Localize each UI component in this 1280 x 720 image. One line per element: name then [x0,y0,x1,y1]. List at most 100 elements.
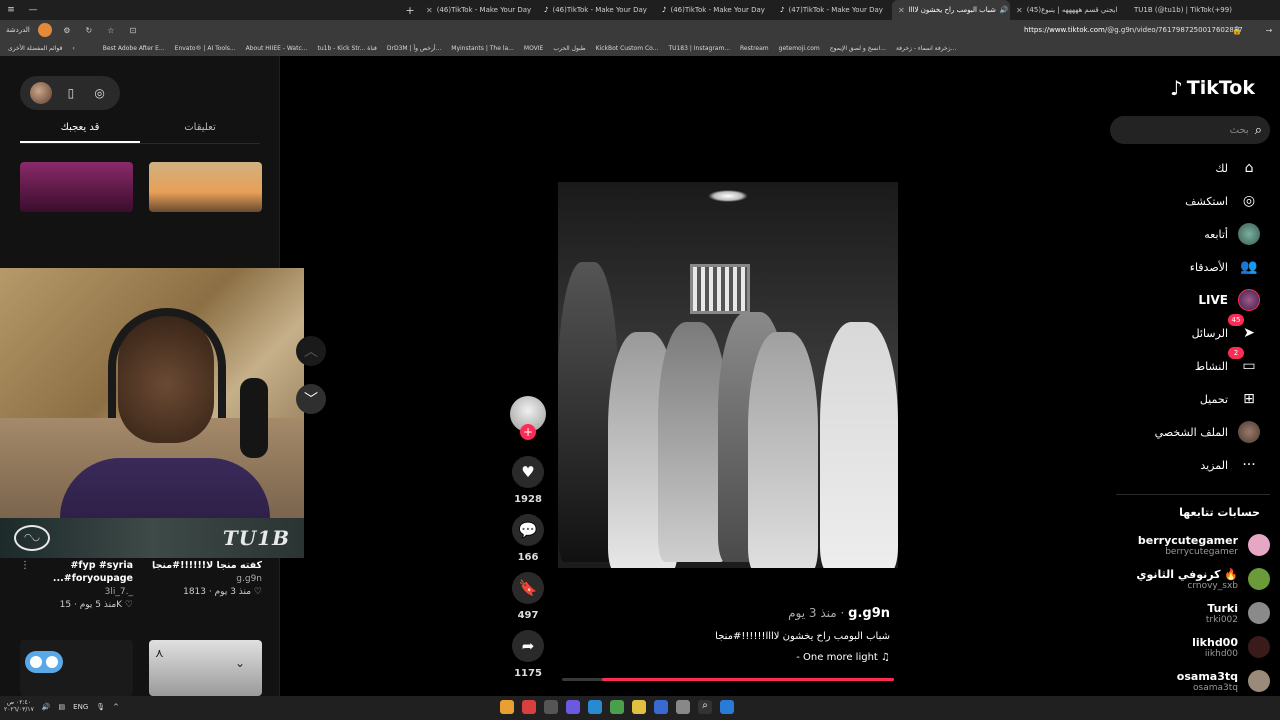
nav-for-you[interactable]: ⌂ لك [1215,156,1260,180]
nav-profile[interactable]: الملف الشخصي [1155,420,1260,444]
followed-account[interactable]: كرنوفي الثانوي 🔥 crnovy_sxb [1136,564,1270,594]
app-icon[interactable] [610,700,624,714]
file-explorer-icon[interactable] [632,700,646,714]
bookmark-item[interactable]: MOVIE [524,45,543,52]
close-tab-icon[interactable]: ✕ [426,6,433,15]
language-indicator[interactable]: ENG [73,703,88,711]
bookmark-item[interactable]: طبول الحرب [553,45,585,52]
browser-tab[interactable]: ♪ (46)TikTok - Make Your Day [656,0,774,20]
video-music[interactable]: ♫ One more light - [560,652,890,663]
nav-explore[interactable]: ◎ استكشف [1185,189,1260,213]
mini-player-toggle[interactable] [25,651,63,673]
mobile-icon[interactable]: ▯ [61,83,81,103]
profile-avatar-icon[interactable] [37,23,52,37]
nav-friends[interactable]: 👥 الأصدقاء [1190,255,1260,279]
browser-tab[interactable]: ✕ (45)ايجني قسم هههههه | ينبوع [1010,0,1128,20]
bookmark-item[interactable]: tu1b - Kick Str... قناة [317,45,376,52]
close-tab-icon[interactable]: ✕ [898,6,905,15]
lock-icon[interactable]: 🔒 [1230,23,1244,37]
tab-comments[interactable]: تعليقات [140,118,260,143]
video-card-meta[interactable]: ⋮ كفته منجا لا!!!!!!#منجا g.g9n منذ 3 يو… [149,560,262,597]
bookmark-item[interactable]: Envato® | AI Tools... [175,45,236,52]
speaker-icon[interactable]: 🔊 [42,703,51,711]
nav-following[interactable]: أتابعه [1204,222,1260,246]
bookmark-item[interactable]: TU183 | Instagram... [668,45,730,52]
video-thumbnail[interactable] [149,162,262,212]
user-avatar[interactable] [30,82,53,104]
chevron-left-icon[interactable]: ‹ [72,45,74,52]
windows-start-icon[interactable] [720,700,734,714]
search-icon[interactable]: ⌕ [1255,123,1262,138]
browser-tab[interactable]: TU1B (@tu1b) | TikTok(+99) [1128,0,1246,20]
bookmark-item[interactable]: About HIIEE - Watc... [246,45,308,52]
browser-tab[interactable]: ✕ (46)TikTok - Make Your Day [420,0,538,20]
streamer-webcam-overlay: ◠◡ TU1B [0,268,304,558]
followed-account[interactable]: likhd00 iikhd00 [1192,632,1270,662]
followed-account[interactable]: Turki trki002 [1206,598,1270,628]
search-icon[interactable]: ⌕ [698,700,712,714]
network-icon[interactable]: ▤ [59,703,66,711]
bookmark-item[interactable]: Best Adobe After E... [103,45,165,52]
app-icon[interactable] [676,700,690,714]
tiktok-tab-icon: ♪ [544,6,549,14]
app-icon[interactable] [654,700,668,714]
video-player[interactable] [558,182,898,568]
video-thumbnail[interactable] [20,162,133,212]
like-button[interactable]: ♥ [512,456,544,488]
menu-icon[interactable]: ≡ [0,5,22,15]
tab-you-may-like[interactable]: قد يعجبك [20,118,140,143]
compass-icon[interactable]: ◎ [90,83,110,103]
comment-button[interactable]: 💬 [512,514,544,546]
new-tab-button[interactable]: + [400,4,420,17]
bookmark-item[interactable]: Myinstants | The la... [451,45,514,52]
video-thumbnail[interactable]: ⋏ ⌄ [149,640,262,696]
app-icon[interactable] [566,700,580,714]
more-options-icon[interactable]: ⋮ [149,560,159,571]
tiktok-logo[interactable]: ♪ TikTok [1170,76,1255,100]
previous-video-button[interactable]: ︿ [296,336,326,366]
minimize-icon[interactable]: — [22,5,44,15]
followed-account[interactable]: osama3tq osama3tq [1177,666,1270,696]
browser-tab-active[interactable]: ✕ شباب البومب راح يخشون لاااا 🔊 [892,0,1010,20]
video-author-link[interactable]: g.g9n [848,606,890,621]
bookmark-item[interactable]: قوائم المفضلة الأخرى [8,45,62,52]
bookmark-item[interactable]: getemoji.com [779,45,820,52]
profile-label[interactable]: الدردشة [6,26,30,34]
bookmark-item[interactable]: Restream [740,45,769,52]
bookmark-item[interactable]: KickBot Custom Co... [596,45,659,52]
next-video-button[interactable]: ﹀ [296,384,326,414]
chevron-up-icon[interactable]: ^ [113,703,119,711]
app-icon[interactable] [522,700,536,714]
bookmark-item[interactable]: انسخ و لصق الإيموج... [830,45,886,52]
screenshot-icon[interactable]: ⊡ [126,23,140,37]
extensions-icon[interactable]: ⚙ [60,23,74,37]
edge-icon[interactable] [588,700,602,714]
nav-more[interactable]: ··· المزيد [1200,453,1260,477]
app-icon[interactable] [544,700,558,714]
search-input[interactable]: بحث ⌕ [1110,116,1270,144]
nav-activity[interactable]: ▭ 2 النشاط [1195,347,1260,378]
nav-upload[interactable]: ⊞ تحميل [1200,387,1260,411]
video-progress-bar[interactable] [562,678,894,681]
share-button[interactable]: ➦ [512,630,544,662]
back-arrow-icon[interactable]: → [1262,23,1276,37]
bookmark-item[interactable]: DrD3M | أرخص وأ... [387,45,441,52]
followed-account[interactable]: berrycutegamer berrycutegamer [1138,530,1270,560]
nav-live[interactable]: LIVE [1198,288,1260,312]
mic-icon[interactable]: 🎙 [96,703,105,711]
browser-tab[interactable]: ♪ (47)TikTok - Make Your Day [774,0,892,20]
browser-tab[interactable]: ♪ (46)TikTok - Make Your Day [538,0,656,20]
follow-button[interactable]: + [520,424,536,440]
url-field[interactable]: https://www.tiktok.com/@g.g9n/video/7617… [1024,23,1256,37]
bookmark-item[interactable]: زخرفة اسماء - زخرفة... [896,45,956,52]
star-icon[interactable]: ☆ [104,23,118,37]
chrome-icon[interactable] [500,700,514,714]
save-button[interactable]: 🔖 [512,572,544,604]
clock[interactable]: ٠٢:٤٠ ص ٢٠٢٦/٠٣/١٧ [4,699,34,713]
more-options-icon[interactable]: ⋮ [20,560,30,571]
nav-messages[interactable]: ➤ 45 الرسائل [1192,314,1260,345]
video-card-meta[interactable]: ⋮ fyp #syria# foryoupage#... 3li_7._ منذ… [20,560,133,610]
close-tab-icon[interactable]: ✕ [1016,6,1023,15]
tiktok-page: ▯ ◎ قد يعجبك تعليقات ⋮ fyp #syria# foryo… [0,56,1280,696]
reload-icon[interactable]: ↻ [82,23,96,37]
